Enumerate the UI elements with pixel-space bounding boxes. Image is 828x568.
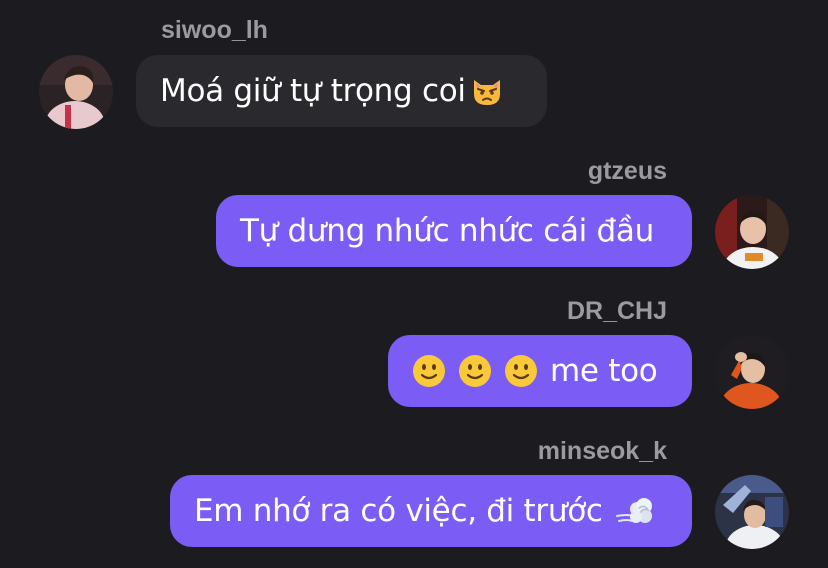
- message-text: me too: [550, 353, 658, 389]
- slightly-smiling-face-icon: [458, 354, 492, 388]
- slightly-smiling-face-icon: [504, 354, 538, 388]
- dashing-away-icon: [615, 494, 652, 528]
- message-bubble[interactable]: Tự dưng nhức nhức cái đầu: [216, 195, 692, 267]
- avatar[interactable]: [715, 195, 789, 269]
- message-bubble[interactable]: Em nhớ ra có việc, đi trước: [170, 475, 692, 547]
- message-username[interactable]: siwoo_lh: [161, 15, 268, 45]
- message-bubble[interactable]: me too: [388, 335, 692, 407]
- message-username[interactable]: minseok_k: [538, 436, 667, 466]
- message-text: Moá giữ tự trọng coi: [160, 73, 466, 109]
- message-text: Tự dưng nhức nhức cái đầu: [240, 213, 654, 249]
- pouting-cat-icon: [470, 74, 504, 108]
- slightly-smiling-face-icon: [412, 354, 446, 388]
- message-username[interactable]: gtzeus: [588, 156, 667, 186]
- avatar[interactable]: [715, 475, 789, 549]
- avatar[interactable]: [39, 55, 113, 129]
- message-bubble[interactable]: Moá giữ tự trọng coi: [136, 55, 547, 127]
- message-text: Em nhớ ra có việc, đi trước: [194, 493, 603, 529]
- message-username[interactable]: DR_CHJ: [567, 296, 667, 326]
- avatar[interactable]: [715, 335, 789, 409]
